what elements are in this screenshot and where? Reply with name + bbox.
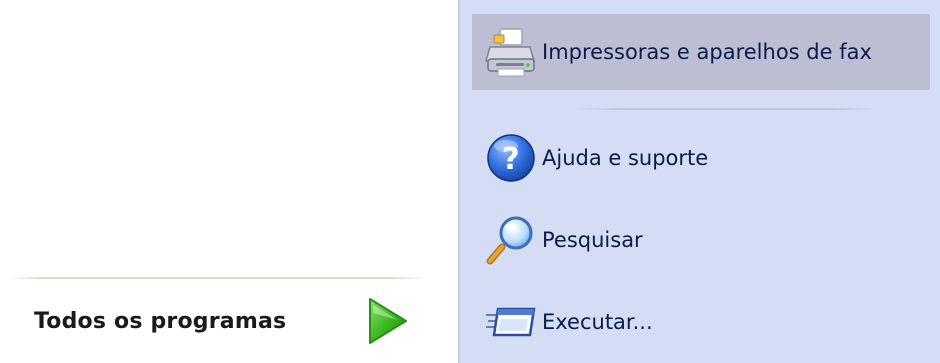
menu-item-run[interactable]: Executar... — [472, 290, 930, 354]
start-menu-fragment: Todos os programas Impressoras e aparelh… — [0, 0, 940, 363]
printer-icon — [485, 28, 535, 77]
right-separator — [576, 108, 876, 110]
all-programs-label: Todos os programas — [34, 308, 287, 334]
menu-item-label: Impressoras e aparelhos de fax — [542, 40, 872, 64]
menu-item-label: Pesquisar — [542, 228, 643, 252]
left-separator — [8, 277, 426, 279]
search-icon — [486, 216, 533, 265]
green-arrow-icon — [369, 298, 407, 344]
menu-item-label: Ajuda e suporte — [542, 146, 709, 170]
svg-text:?: ? — [502, 142, 519, 177]
run-icon — [486, 307, 536, 337]
menu-item-search[interactable]: Pesquisar — [472, 208, 930, 272]
menu-item-help-support[interactable]: ? Ajuda e suporte — [472, 126, 930, 190]
all-programs-button[interactable]: Todos os programas — [20, 285, 430, 357]
right-column: Impressoras e aparelhos de fax ? Ajuda e… — [458, 0, 940, 363]
menu-item-label: Executar... — [542, 310, 653, 334]
left-column: Todos os programas — [0, 0, 458, 363]
menu-item-printers-faxes[interactable]: Impressoras e aparelhos de fax — [472, 14, 930, 90]
help-icon: ? — [487, 134, 535, 182]
